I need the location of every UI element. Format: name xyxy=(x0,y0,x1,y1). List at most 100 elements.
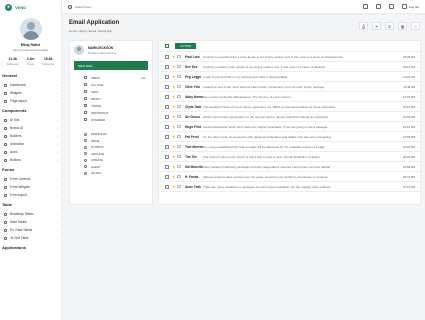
sidebar-item[interactable]: Bootstrap Tables › xyxy=(0,210,61,218)
important-icon[interactable] xyxy=(177,65,181,68)
sidebar-item[interactable]: Js Grid Table › xyxy=(0,234,61,242)
row-checkbox[interactable] xyxy=(165,164,169,169)
row-checkbox[interactable] xyxy=(165,144,169,149)
folder-item[interactable]: INBOX (20) xyxy=(70,74,152,81)
breadcrumb[interactable]: Home / Apps / Email / Email app xyxy=(69,29,112,33)
sidebar-item[interactable]: Widgets › xyxy=(0,89,61,97)
label-text: UPDATE xyxy=(91,158,103,163)
sidebar-item[interactable]: Builders › xyxy=(0,132,61,140)
important-icon[interactable] xyxy=(177,105,181,108)
important-icon[interactable] xyxy=(177,55,181,58)
important-icon[interactable] xyxy=(177,85,181,88)
mail-row[interactable]: ★ Peg Legge I want to put a pdf file on my… xyxy=(159,72,420,82)
sidebar-item[interactable]: Bonus UI › xyxy=(0,124,61,132)
sidebar-item[interactable]: Icons › xyxy=(0,148,61,156)
menu-icon xyxy=(4,91,7,95)
row-checkbox[interactable] xyxy=(165,54,169,59)
logout-icon xyxy=(401,4,407,9)
row-checkbox[interactable] xyxy=(165,154,169,159)
label-item[interactable]: NOTES xyxy=(70,170,152,177)
important-icon[interactable] xyxy=(177,175,181,178)
important-icon[interactable] xyxy=(177,165,181,168)
mail-row[interactable]: ★ Hugo First randomised words which don't … xyxy=(159,122,420,132)
mail-row[interactable]: ★ H. Fandz Various versions have evolved o… xyxy=(159,172,420,182)
search-input[interactable]: Search here... xyxy=(75,5,94,9)
mail-row[interactable]: ★ Clyde Dale The standard chunk of Lorem I… xyxy=(159,102,420,112)
folder-icon xyxy=(84,83,87,86)
mail-row[interactable]: ★ Abby Normal any popular during the Renai… xyxy=(159,92,420,102)
folder-item[interactable]: DRAFT xyxy=(70,95,152,102)
stat-label: Followers xyxy=(6,62,19,66)
sidebar-item[interactable]: Form layout › xyxy=(0,191,61,199)
row-checkbox[interactable] xyxy=(165,134,169,139)
mail-row[interactable]: ★ Paul Lora Contrary to popular belief, Lo… xyxy=(159,52,420,62)
page-title: Email Application xyxy=(69,20,120,26)
sidebar-item[interactable]: UI Kits › xyxy=(0,116,61,124)
folder-item[interactable]: IMPORTANT xyxy=(70,109,152,116)
select-all-checkbox[interactable] xyxy=(165,44,169,48)
row-checkbox[interactable] xyxy=(165,94,169,99)
profile-stats: 11.4k Followers 2.4m Posts 15.8k Followi… xyxy=(0,57,61,66)
sidebar-item[interactable]: Buttons › xyxy=(0,156,61,164)
fullscreen-icon[interactable] xyxy=(388,4,394,9)
folder-item[interactable]: STARRED xyxy=(70,116,152,123)
important-icon[interactable] xyxy=(177,155,181,158)
mail-row[interactable]: ★ Tim Tile The point of using Lorem Ipsum … xyxy=(159,152,420,162)
important-icon[interactable] xyxy=(177,125,181,128)
settings-icon[interactable]: ✲ xyxy=(385,22,394,30)
chevron-right-icon: › xyxy=(57,126,58,130)
mail-row[interactable]: ★ Tom Morrow It is a long established fact… xyxy=(159,142,420,152)
bell-icon[interactable] xyxy=(375,4,381,9)
topbar-icons: Log out xyxy=(362,4,419,9)
action-button[interactable]: ACTION xyxy=(175,43,197,49)
important-icon[interactable] xyxy=(177,185,181,188)
mail-row[interactable]: ★ Olive Yew Looked up one of the more obsc… xyxy=(159,82,420,92)
menu-icon xyxy=(4,236,7,240)
folder-item[interactable]: SENT xyxy=(70,88,152,95)
search-box[interactable]: Search here... xyxy=(68,4,94,9)
menu-icon xyxy=(4,212,7,216)
row-checkbox[interactable] xyxy=(165,84,169,89)
mail-row[interactable]: ★ Sal Monella Many desktop publishing pack… xyxy=(159,162,420,172)
important-icon[interactable] xyxy=(177,75,181,78)
new-mail-button[interactable]: NEW MAIL xyxy=(74,61,148,70)
mail-row[interactable]: ★ Pat Pend On the other hand, we denounce … xyxy=(159,132,420,142)
moon-icon[interactable] xyxy=(362,4,368,9)
folder-item[interactable]: ALL MAIL xyxy=(70,81,152,88)
folder-item[interactable]: TRASH xyxy=(70,102,152,109)
important-icon[interactable] xyxy=(177,145,181,148)
row-checkbox[interactable] xyxy=(165,64,169,69)
important-icon[interactable] xyxy=(177,95,181,98)
mail-row[interactable]: ★ Dee Dee Contrary to belief, Lorem Ipsum … xyxy=(159,62,420,72)
row-checkbox[interactable] xyxy=(165,184,169,189)
sidebar-item[interactable]: Ex. Data Tables › xyxy=(0,226,61,234)
brand[interactable]: ● VEND xyxy=(0,0,61,14)
important-icon[interactable] xyxy=(177,115,181,118)
mail-row[interactable]: ★ Art Decco All the Lorem Ipsum generators… xyxy=(159,112,420,122)
mail-sender: Paul Lora xyxy=(185,54,200,59)
sidebar-item[interactable]: Page layout › xyxy=(0,97,61,105)
important-icon[interactable] xyxy=(177,135,181,138)
trash-icon[interactable]: ✕ xyxy=(372,22,381,30)
mail-row[interactable]: ★ Anne Teak There are many variations of p… xyxy=(159,182,420,192)
row-checkbox[interactable] xyxy=(165,124,169,129)
sidebar-item[interactable]: Data Tables › xyxy=(0,218,61,226)
chevron-right-icon: › xyxy=(57,118,58,122)
row-checkbox[interactable] xyxy=(165,74,169,79)
avatar[interactable] xyxy=(19,18,42,40)
sidebar-item[interactable]: Animation › xyxy=(0,140,61,148)
row-checkbox[interactable] xyxy=(165,174,169,179)
star-icon[interactable]: ☆ xyxy=(411,22,420,30)
grid-icon[interactable]: ▦ xyxy=(398,22,407,30)
account-avatar[interactable] xyxy=(74,45,84,55)
logout-button[interactable]: Log out xyxy=(401,4,419,9)
row-checkbox[interactable] xyxy=(165,104,169,109)
print-icon[interactable]: ⎙ xyxy=(359,22,368,30)
sidebar-item[interactable]: Form Widgets › xyxy=(0,183,61,191)
row-checkbox[interactable] xyxy=(165,114,169,119)
sidebar-item-label: UI Kits xyxy=(10,118,20,122)
chevron-right-icon: › xyxy=(57,91,58,95)
sidebar-item[interactable]: Dashboard › xyxy=(0,81,61,89)
sidebar-item[interactable]: Form Controls › xyxy=(0,175,61,183)
label-icon xyxy=(84,139,87,143)
